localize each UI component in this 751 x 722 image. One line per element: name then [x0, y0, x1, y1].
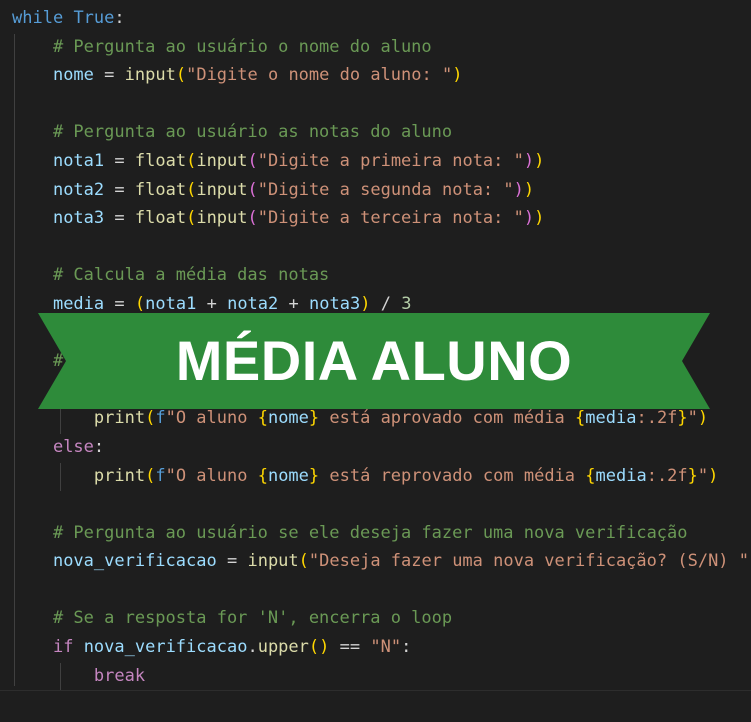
code-line[interactable]: if nova_verificacao.upper() == "N": — [12, 633, 751, 662]
code-line[interactable]: while True: — [12, 4, 751, 33]
code-editor[interactable]: while True: # Pergunta ao usuário o nome… — [0, 0, 751, 722]
code-line[interactable]: ​ — [12, 490, 751, 519]
code-line[interactable]: else: — [12, 433, 751, 462]
code-line[interactable]: ​ — [12, 233, 751, 262]
code-line[interactable]: nova_verificacao = input("Deseja fazer u… — [12, 547, 751, 576]
code-line[interactable]: # Se a resposta for 'N', encerra o loop — [12, 604, 751, 633]
code-line[interactable]: break — [12, 662, 751, 691]
code-line[interactable]: nota1 = float(input("Digite a primeira n… — [12, 147, 751, 176]
code-line[interactable]: nota3 = float(input("Digite a terceira n… — [12, 204, 751, 233]
code-line[interactable]: # Calcula a média das notas — [12, 261, 751, 290]
code-line[interactable]: # Pergunta ao usuário o nome do aluno — [12, 33, 751, 62]
code-line[interactable]: nome = input("Digite o nome do aluno: ") — [12, 61, 751, 90]
title-banner: MÉDIA ALUNO — [38, 313, 710, 409]
editor-bottom-area — [0, 690, 751, 722]
banner-title: MÉDIA ALUNO — [175, 329, 573, 392]
code-line[interactable]: # Pergunta ao usuário as notas do aluno — [12, 118, 751, 147]
code-line[interactable]: ​ — [12, 90, 751, 119]
code-line[interactable]: # Pergunta ao usuário se ele deseja faze… — [12, 519, 751, 548]
code-line[interactable]: nota2 = float(input("Digite a segunda no… — [12, 176, 751, 205]
code-line[interactable]: ​ — [12, 576, 751, 605]
code-line[interactable]: print(f"O aluno {nome} está reprovado co… — [12, 462, 751, 491]
